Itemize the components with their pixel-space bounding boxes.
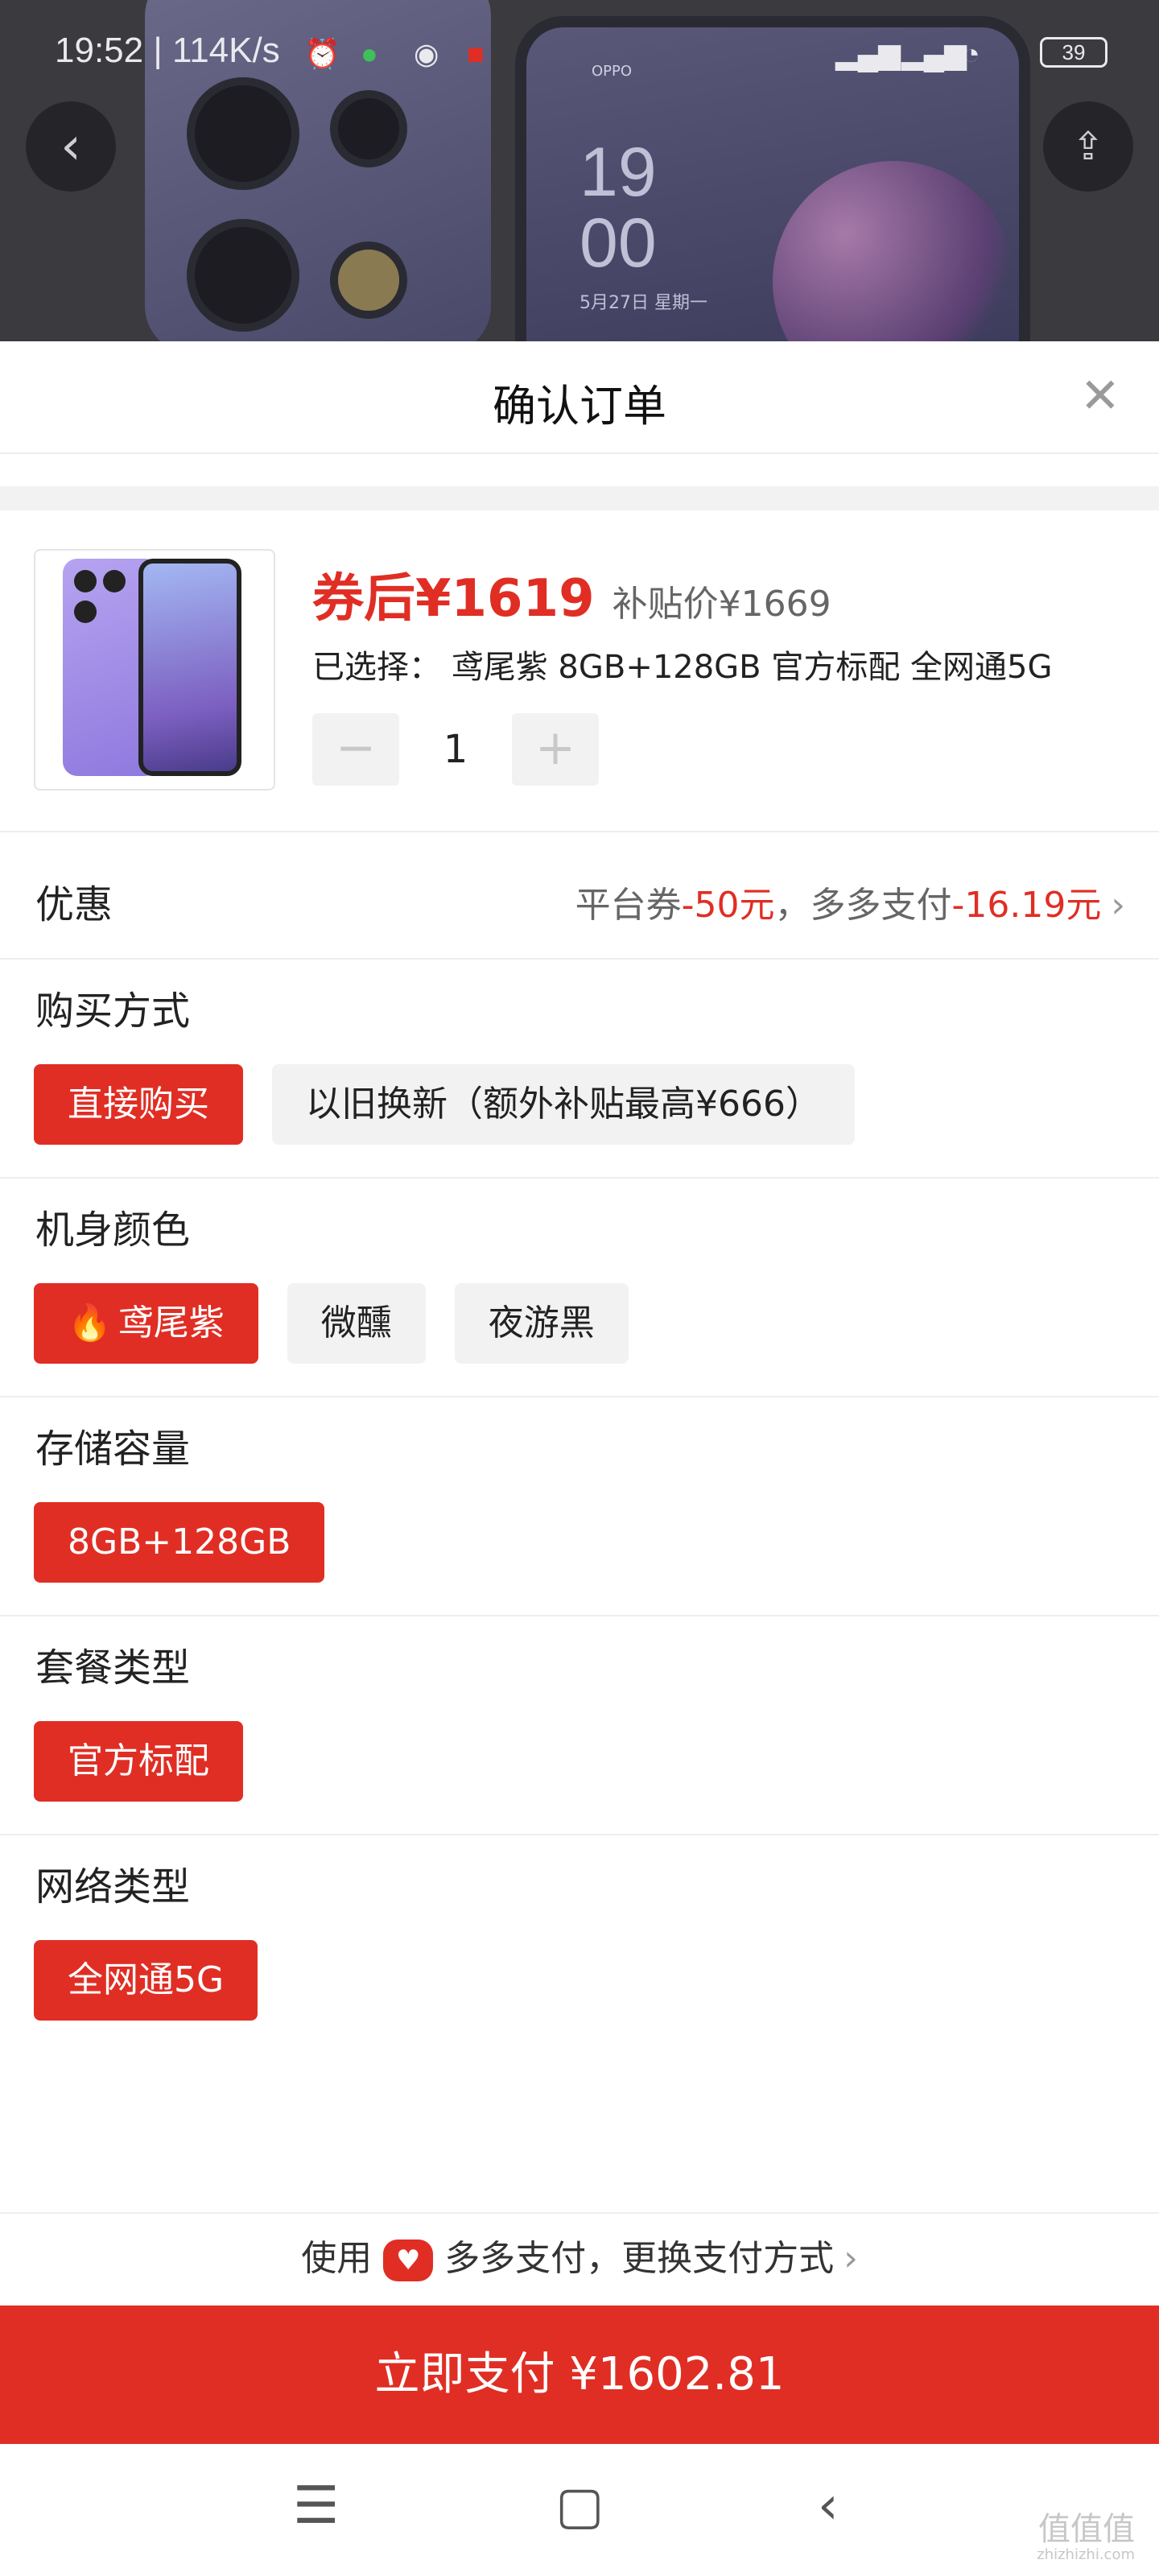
back-button[interactable]: ‹ [26, 101, 116, 192]
product-thumbnail [34, 549, 275, 791]
purchase-method-label: 购买方式 [35, 989, 191, 1034]
clock-hour: 19 [580, 134, 657, 211]
discount-row[interactable]: 优惠 平台券-50元，多多支付-16.19元 › [0, 832, 1159, 960]
decrease-button[interactable]: − [312, 713, 399, 786]
network-options: 全网通5G [34, 1940, 258, 2021]
price-after-coupon: 券后¥1619 [312, 569, 595, 629]
platform-coupon-label: 平台券 [575, 885, 682, 926]
thumb-camera [74, 601, 97, 623]
section-divider [0, 486, 1159, 510]
purchase-method-section: 购买方式 直接购买 以旧换新（额外补贴最高¥666） [0, 960, 1159, 1179]
pay-now-button[interactable]: 立即支付 ¥1602.81 [0, 2306, 1159, 2444]
home-icon[interactable]: ▢ [555, 2476, 604, 2536]
signal-icon: ▂▄▆ [835, 37, 901, 70]
signal-icon: ▂▄▆ [901, 37, 967, 70]
option-direct-buy[interactable]: 直接购买 [34, 1064, 243, 1145]
option-network-5g[interactable]: 全网通5G [34, 1940, 258, 2021]
camera-lens [187, 219, 299, 332]
pay-discount-value: -16.19元 [951, 885, 1102, 926]
network-section: 网络类型 全网通5G [0, 1835, 1159, 2054]
color-label: 机身颜色 [35, 1208, 191, 1253]
quantity-value[interactable]: 1 [399, 727, 512, 772]
discount-label: 优惠 [35, 882, 113, 927]
option-trade-in[interactable]: 以旧换新（额外补贴最高¥666） [272, 1064, 855, 1145]
package-options: 官方标配 [34, 1721, 243, 1802]
option-color-night-black[interactable]: 夜游黑 [454, 1283, 629, 1364]
menu-icon[interactable]: ☰ [293, 2476, 339, 2536]
option-package-official[interactable]: 官方标配 [34, 1721, 243, 1802]
confirm-order-sheet: 确认订单 ✕ 券后¥1619 补贴价¥1669 已选择： 鸢尾紫 8GB+128G… [0, 341, 1159, 2576]
chevron-left-icon: ‹ [60, 117, 81, 176]
close-icon[interactable]: ✕ [1080, 370, 1120, 422]
payment-method-text: 多多支付，更换支付方式 [444, 2238, 835, 2279]
thumb-camera [103, 570, 126, 592]
discount-separator: ， [774, 885, 810, 926]
share-icon: ⇪ [1071, 124, 1105, 169]
battery-icon: 39 [1040, 37, 1107, 68]
status-bar: 19:52 | 114K/s ⏰ ● ◉ ■ ▂▄▆ ▂▄▆ ◔ 39 [0, 0, 1159, 105]
app-notification-icon: ■ [467, 37, 485, 70]
package-label: 套餐类型 [35, 1645, 191, 1690]
chevron-right-icon: › [1111, 885, 1125, 926]
price-line: 券后¥1619 补贴价¥1669 [312, 557, 831, 631]
flash [330, 242, 407, 319]
phone-clock: 19 00 [580, 137, 657, 279]
storage-label: 存储容量 [35, 1426, 191, 1472]
network-label: 网络类型 [35, 1864, 191, 1909]
system-nav-bar: ☰ ▢ ‹ 值值值 zhizhizhi.com [0, 2444, 1159, 2576]
chevron-right-icon: › [843, 2238, 858, 2279]
status-time: 19:52 | 114K/s [55, 31, 280, 70]
heart-icon: ♥ [383, 2240, 434, 2281]
share-button[interactable]: ⇪ [1043, 101, 1133, 192]
package-section: 套餐类型 官方标配 [0, 1616, 1159, 1835]
thumb-phone-front [138, 559, 241, 776]
purchase-method-options: 直接购买 以旧换新（额外补贴最高¥666） [34, 1064, 855, 1145]
option-color-iris-purple[interactable]: 🔥 鸢尾紫 [34, 1283, 258, 1364]
product-summary: 券后¥1619 补贴价¥1669 已选择： 鸢尾紫 8GB+128GB 官方标配 … [0, 510, 1159, 832]
option-color-iris-purple-label: 鸢尾紫 [118, 1302, 225, 1344]
wechat-icon: ● [361, 37, 378, 70]
platform-coupon-value: -50元 [681, 885, 775, 926]
flame-icon: 🔥 [68, 1302, 112, 1344]
watermark-text: 值值值 [1038, 2511, 1135, 2548]
phone-date: 5月27日 星期一 [580, 293, 707, 313]
storage-section: 存储容量 8GB+128GB [0, 1397, 1159, 1616]
thumb-camera [74, 570, 97, 592]
back-icon[interactable]: ‹ [818, 2476, 839, 2536]
color-options: 🔥 鸢尾紫 微醺 夜游黑 [34, 1283, 629, 1364]
payment-method-row[interactable]: 使用 ♥ 多多支付，更换支付方式 › [0, 2212, 1159, 2306]
clock-minute: 00 [580, 204, 657, 282]
increase-button[interactable]: + [512, 713, 599, 786]
color-section: 机身颜色 🔥 鸢尾紫 微醺 夜游黑 [0, 1179, 1159, 1397]
wifi-icon: ◔ [963, 37, 980, 70]
subsidy-price: 补贴价¥1669 [612, 584, 831, 625]
pay-discount-label: 多多支付 [810, 885, 952, 926]
option-storage-8-128[interactable]: 8GB+128GB [34, 1502, 325, 1583]
watermark: 值值值 zhizhizhi.com [1037, 2512, 1135, 2563]
storage-options: 8GB+128GB [34, 1502, 325, 1583]
alarm-icon: ⏰ [304, 37, 340, 70]
watermark-sub: zhizhizhi.com [1037, 2546, 1135, 2563]
sheet-header: 确认订单 ✕ [0, 341, 1159, 454]
sheet-title: 确认订单 [493, 381, 666, 431]
option-color-tipsy[interactable]: 微醺 [287, 1283, 426, 1364]
selected-spec: 已选择： 鸢尾紫 8GB+128GB 官方标配 全网通5G [312, 649, 1053, 686]
quantity-stepper: − 1 + [312, 713, 599, 786]
payment-prefix: 使用 [301, 2238, 373, 2279]
qq-icon: ◉ [414, 37, 439, 70]
discount-value: 平台券-50元，多多支付-16.19元 › [575, 876, 1125, 927]
